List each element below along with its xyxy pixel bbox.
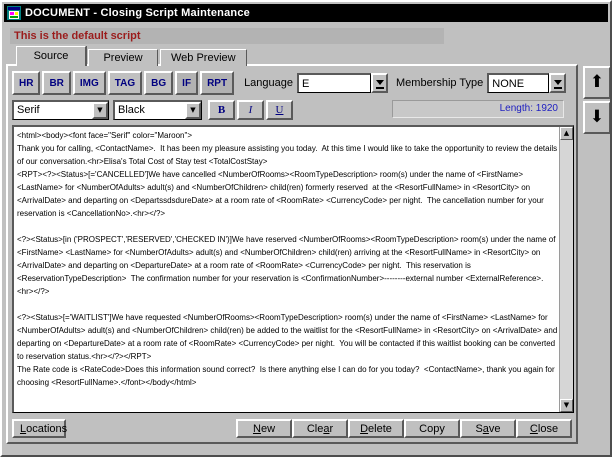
title-bar: DOCUMENT - Closing Script Maintenance <box>4 4 608 22</box>
language-label: Language <box>244 77 293 89</box>
tag-toolbar: HR BR IMG TAG BG IF RPT Language Members… <box>12 70 566 96</box>
record-navigation: ⬆ ⬇ <box>583 66 611 136</box>
save-button[interactable]: Save <box>460 419 516 438</box>
membership-dropdown-button[interactable] <box>549 73 566 93</box>
tab-source[interactable]: Source <box>16 46 86 66</box>
bg-tag-button[interactable]: BG <box>144 71 173 95</box>
underline-button[interactable]: U <box>266 100 293 120</box>
font-family-combo[interactable]: Serif ▼ <box>12 100 109 120</box>
source-panel: HR BR IMG TAG BG IF RPT Language Members… <box>6 64 578 444</box>
chevron-down-icon <box>376 80 384 85</box>
length-indicator: Length: 1920 <box>392 100 564 118</box>
language-combo <box>297 73 388 93</box>
app-window: DOCUMENT - Closing Script Maintenance Th… <box>0 0 612 457</box>
language-input[interactable] <box>297 73 371 93</box>
tag-tag-button[interactable]: TAG <box>108 71 142 95</box>
font-color-combo[interactable]: Black ▼ <box>113 100 202 120</box>
close-button[interactable]: Close <box>516 419 572 438</box>
vertical-scrollbar[interactable]: ▲ ▼ <box>559 127 573 412</box>
format-toolbar: Serif ▼ Black ▼ B I U Length: 1920 <box>12 99 572 121</box>
status-label: This is the default script <box>10 28 444 44</box>
tab-bar: Source Preview Web Preview <box>16 46 249 66</box>
membership-combo <box>487 73 566 93</box>
action-button-group: New Clear Delete Copy Save Close <box>236 419 572 438</box>
scroll-down-button[interactable]: ▼ <box>560 399 573 412</box>
font-color-value: Black <box>115 102 185 119</box>
rpt-tag-button[interactable]: RPT <box>200 71 234 95</box>
chevron-down-icon <box>554 80 562 85</box>
script-textarea[interactable] <box>14 127 559 412</box>
footer-button-row: Locations New Clear Delete Copy Save Clo… <box>12 419 572 439</box>
scroll-up-button[interactable]: ▲ <box>560 127 573 140</box>
italic-button[interactable]: I <box>237 100 264 120</box>
membership-type-input[interactable] <box>487 73 549 93</box>
scrollbar-track[interactable] <box>560 140 573 399</box>
clear-button[interactable]: Clear <box>292 419 348 438</box>
copy-button[interactable]: Copy <box>404 419 460 438</box>
app-icon <box>7 6 21 20</box>
down-arrow-icon: ⬇ <box>590 107 604 127</box>
move-up-button[interactable]: ⬆ <box>583 66 611 99</box>
font-family-dropdown-button[interactable]: ▼ <box>92 102 108 119</box>
dropdown-underline-icon <box>554 87 562 89</box>
font-family-value: Serif <box>14 102 92 119</box>
up-arrow-icon: ⬆ <box>590 72 604 92</box>
font-color-dropdown-button[interactable]: ▼ <box>185 102 201 119</box>
tab-web-preview[interactable]: Web Preview <box>160 49 247 66</box>
bold-button[interactable]: B <box>208 100 235 120</box>
window-title: DOCUMENT - Closing Script Maintenance <box>25 7 250 19</box>
language-dropdown-button[interactable] <box>371 73 388 93</box>
delete-button[interactable]: Delete <box>348 419 404 438</box>
tab-preview[interactable]: Preview <box>88 49 158 66</box>
hr-tag-button[interactable]: HR <box>12 71 40 95</box>
if-tag-button[interactable]: IF <box>175 71 198 95</box>
script-editor: ▲ ▼ <box>12 125 574 413</box>
move-down-button[interactable]: ⬇ <box>583 101 611 134</box>
dropdown-underline-icon <box>376 87 384 89</box>
img-tag-button[interactable]: IMG <box>73 71 106 95</box>
br-tag-button[interactable]: BR <box>42 71 70 95</box>
locations-button[interactable]: Locations <box>12 419 66 438</box>
new-button[interactable]: New <box>236 419 292 438</box>
membership-type-label: Membership Type <box>396 77 483 89</box>
